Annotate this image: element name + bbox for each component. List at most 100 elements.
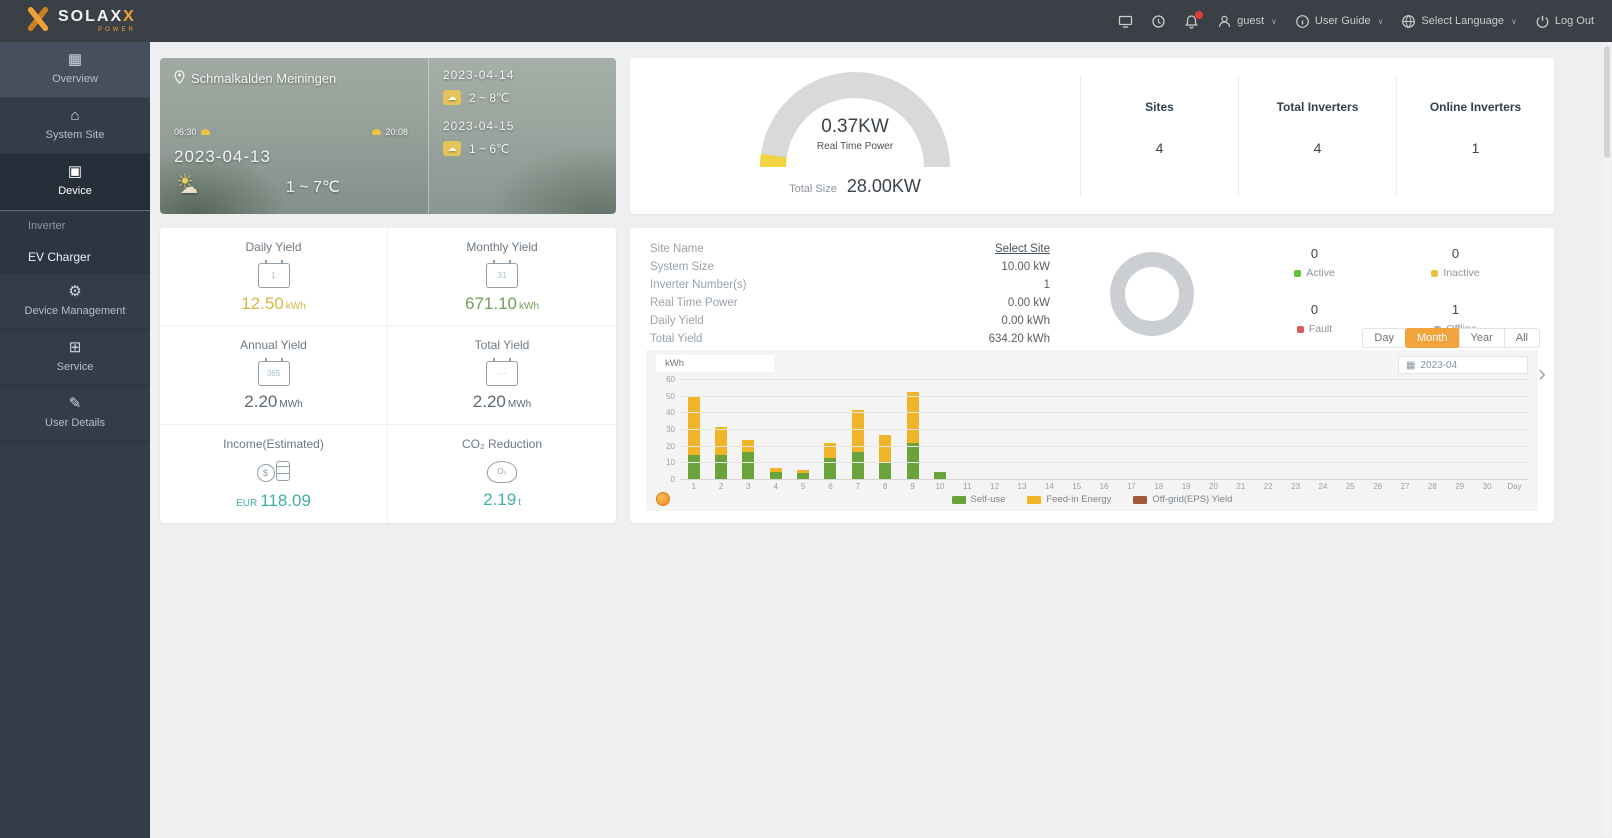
status-count: 0 xyxy=(1310,246,1319,261)
x-tick-label: 23 xyxy=(1291,482,1301,491)
alarm-icon-button[interactable] xyxy=(1151,14,1166,29)
yield-grid: Daily Yield 1 12.50 kWh Monthly Yield 31 671.1… xyxy=(160,228,616,523)
legend-item-off-grid-eps-yield[interactable]: Off-grid(EPS) Yield xyxy=(1133,494,1232,505)
next-site-chevron-icon[interactable]: › xyxy=(1538,360,1546,388)
y-tick-label: 30 xyxy=(666,425,675,434)
x-tick-label: 24 xyxy=(1318,482,1328,491)
globe-icon xyxy=(1401,14,1416,29)
sidebar-subitem-ev-charger[interactable]: EV Charger xyxy=(0,241,150,273)
realtime-power-value: 0.37KW xyxy=(821,116,889,137)
chart-y-axis: 0 10 20 30 40 50 60 xyxy=(656,375,680,484)
yield-title: Income(Estimated) xyxy=(223,436,324,451)
gridline xyxy=(680,379,1528,380)
cloud-icon: ☁ xyxy=(443,141,461,156)
range-button-all[interactable]: All xyxy=(1503,328,1540,348)
sunset-time: 20:08 xyxy=(372,127,408,137)
chevron-down-icon: ∨ xyxy=(1271,16,1277,26)
chart-date-picker[interactable]: ▦ 2023-04 xyxy=(1398,356,1528,374)
calendar-day-icon: 1 xyxy=(257,260,290,288)
chart-unit-dropdown[interactable]: kWh xyxy=(656,355,774,372)
brand-logo[interactable]: SOLAXX POWER xyxy=(26,6,136,36)
y-tick-label: 20 xyxy=(666,441,675,451)
user-name-label: guest xyxy=(1237,15,1265,27)
x-tick-label: 2 xyxy=(718,482,724,491)
status-dot xyxy=(1294,269,1302,277)
info-value: 10.00 kW xyxy=(1001,261,1050,273)
x-tick-label: 6 xyxy=(828,482,833,491)
topbar-actions: guest ∨ User Guide ∨ Select Language ∨ L… xyxy=(1118,10,1594,29)
x-tick-label: 8 xyxy=(882,482,888,491)
chart-range-buttons: Day Month Year All xyxy=(1362,328,1540,348)
chart-toolbox-button[interactable] xyxy=(656,492,670,506)
sidebar-item-service[interactable]: ⊞ Service xyxy=(0,330,150,386)
yield-currency: EUR xyxy=(236,497,258,509)
range-button-year[interactable]: Year xyxy=(1458,328,1505,348)
legend-item-feed-in-energy[interactable]: Feed-in Energy xyxy=(1027,494,1111,505)
x-tick-label: 20 xyxy=(1209,482,1218,491)
gridline xyxy=(680,395,1528,397)
scrollbar-thumb[interactable] xyxy=(1604,46,1610,158)
sidebar-subitem-inverter[interactable]: Inverter xyxy=(0,210,150,241)
gridline xyxy=(680,462,1528,464)
bell-icon xyxy=(1184,10,1204,29)
user-guide-menu[interactable]: User Guide ∨ xyxy=(1295,14,1383,29)
sidebar-item-label: System Site xyxy=(45,129,105,141)
yield-unit: kWh xyxy=(285,301,306,312)
power-icon xyxy=(1535,14,1550,29)
location-label: Schmalkalden Meiningen xyxy=(191,71,337,86)
range-button-day[interactable]: Day xyxy=(1362,328,1406,348)
x-tick-label: 15 xyxy=(1072,482,1082,491)
brand-text: SOLAXX POWER xyxy=(58,8,136,34)
sidebar-item-overview[interactable]: ▦ Overview xyxy=(0,42,150,98)
stacked-bar xyxy=(906,391,919,480)
info-label: Site Name xyxy=(650,243,704,255)
sidebar-item-label: User Details xyxy=(45,417,105,429)
language-menu[interactable]: Select Language ∨ xyxy=(1401,14,1517,29)
legend-swatch xyxy=(1027,495,1042,504)
sidebar-item-device[interactable]: ▣ Device xyxy=(0,154,150,210)
stacked-bar xyxy=(687,396,700,480)
page-scrollbar[interactable] xyxy=(1603,44,1611,836)
x-tick-label: 30 xyxy=(1482,482,1492,491)
logout-button[interactable]: Log Out xyxy=(1535,14,1594,29)
status-label: Inactive xyxy=(1443,267,1480,279)
legend-item-self-use[interactable]: Self-use xyxy=(951,494,1005,505)
solax-cloud-page: SOLAXX POWER guest ∨ User Guide ∨ Select… xyxy=(0,0,1612,838)
range-button-month[interactable]: Month xyxy=(1404,328,1460,348)
sidebar-item-system-site[interactable]: ⌂ System Site xyxy=(0,98,150,154)
sidebar-item-user-details[interactable]: ✎ User Details xyxy=(0,386,150,442)
x-axis-name: Day xyxy=(1507,482,1522,491)
total-size-value: 28.00KW xyxy=(846,176,921,196)
yield-unit: t xyxy=(518,496,521,508)
status-count: 0 xyxy=(1310,302,1319,317)
weather-forecast: 2023-04-14 ☁ 2 ~ 8℃ 2023-04-15 ☁ 1 ~ 6℃ xyxy=(428,58,616,214)
x-tick-label: 17 xyxy=(1126,482,1136,491)
y-tick-label: 40 xyxy=(666,408,675,418)
overview-stats: Sites 4 Total Inverters 4 Online Inverters 1 xyxy=(1080,58,1554,214)
x-tick-label: 21 xyxy=(1236,482,1246,491)
status-label: Fault xyxy=(1308,323,1333,335)
total-size-label: Total Size xyxy=(789,183,837,195)
yield-chart: kWh ▦ 2023-04 0 10 20 30 40 50 60 1 2 3 4 5 6 7 8 9 10 1… xyxy=(646,350,1538,511)
site-name-link[interactable]: Select Site xyxy=(995,243,1050,255)
sidebar-item-device-management[interactable]: ⚙ Device Management xyxy=(0,274,150,330)
info-value: 0.00 kWh xyxy=(1001,315,1050,327)
stacked-bar xyxy=(879,435,892,480)
today-date: 2023-04-13 xyxy=(174,147,271,166)
site-info-row: Daily Yield 0.00 kWh xyxy=(650,312,1050,330)
stat-sites: Sites 4 xyxy=(1080,76,1238,196)
status-dot xyxy=(1296,325,1304,333)
stat-value: 1 xyxy=(1471,140,1480,156)
x-tick-label: 25 xyxy=(1345,482,1355,491)
status-label: Active xyxy=(1306,267,1335,279)
x-tick-label: 19 xyxy=(1181,482,1191,491)
service-icon: ⊞ xyxy=(68,339,82,356)
monitor-icon-button[interactable] xyxy=(1118,14,1133,29)
legend-label: Off-grid(EPS) Yield xyxy=(1152,494,1233,505)
yield-summary-card: Daily Yield 1 12.50 kWh Monthly Yield 31 671.1… xyxy=(160,228,616,523)
bar-segment-self-use xyxy=(742,451,755,480)
notifications-button[interactable] xyxy=(1184,10,1204,29)
user-menu[interactable]: guest ∨ xyxy=(1217,14,1277,29)
sidebar-item-label: Overview xyxy=(52,73,98,85)
status-fault: 0 Fault xyxy=(1274,302,1355,348)
